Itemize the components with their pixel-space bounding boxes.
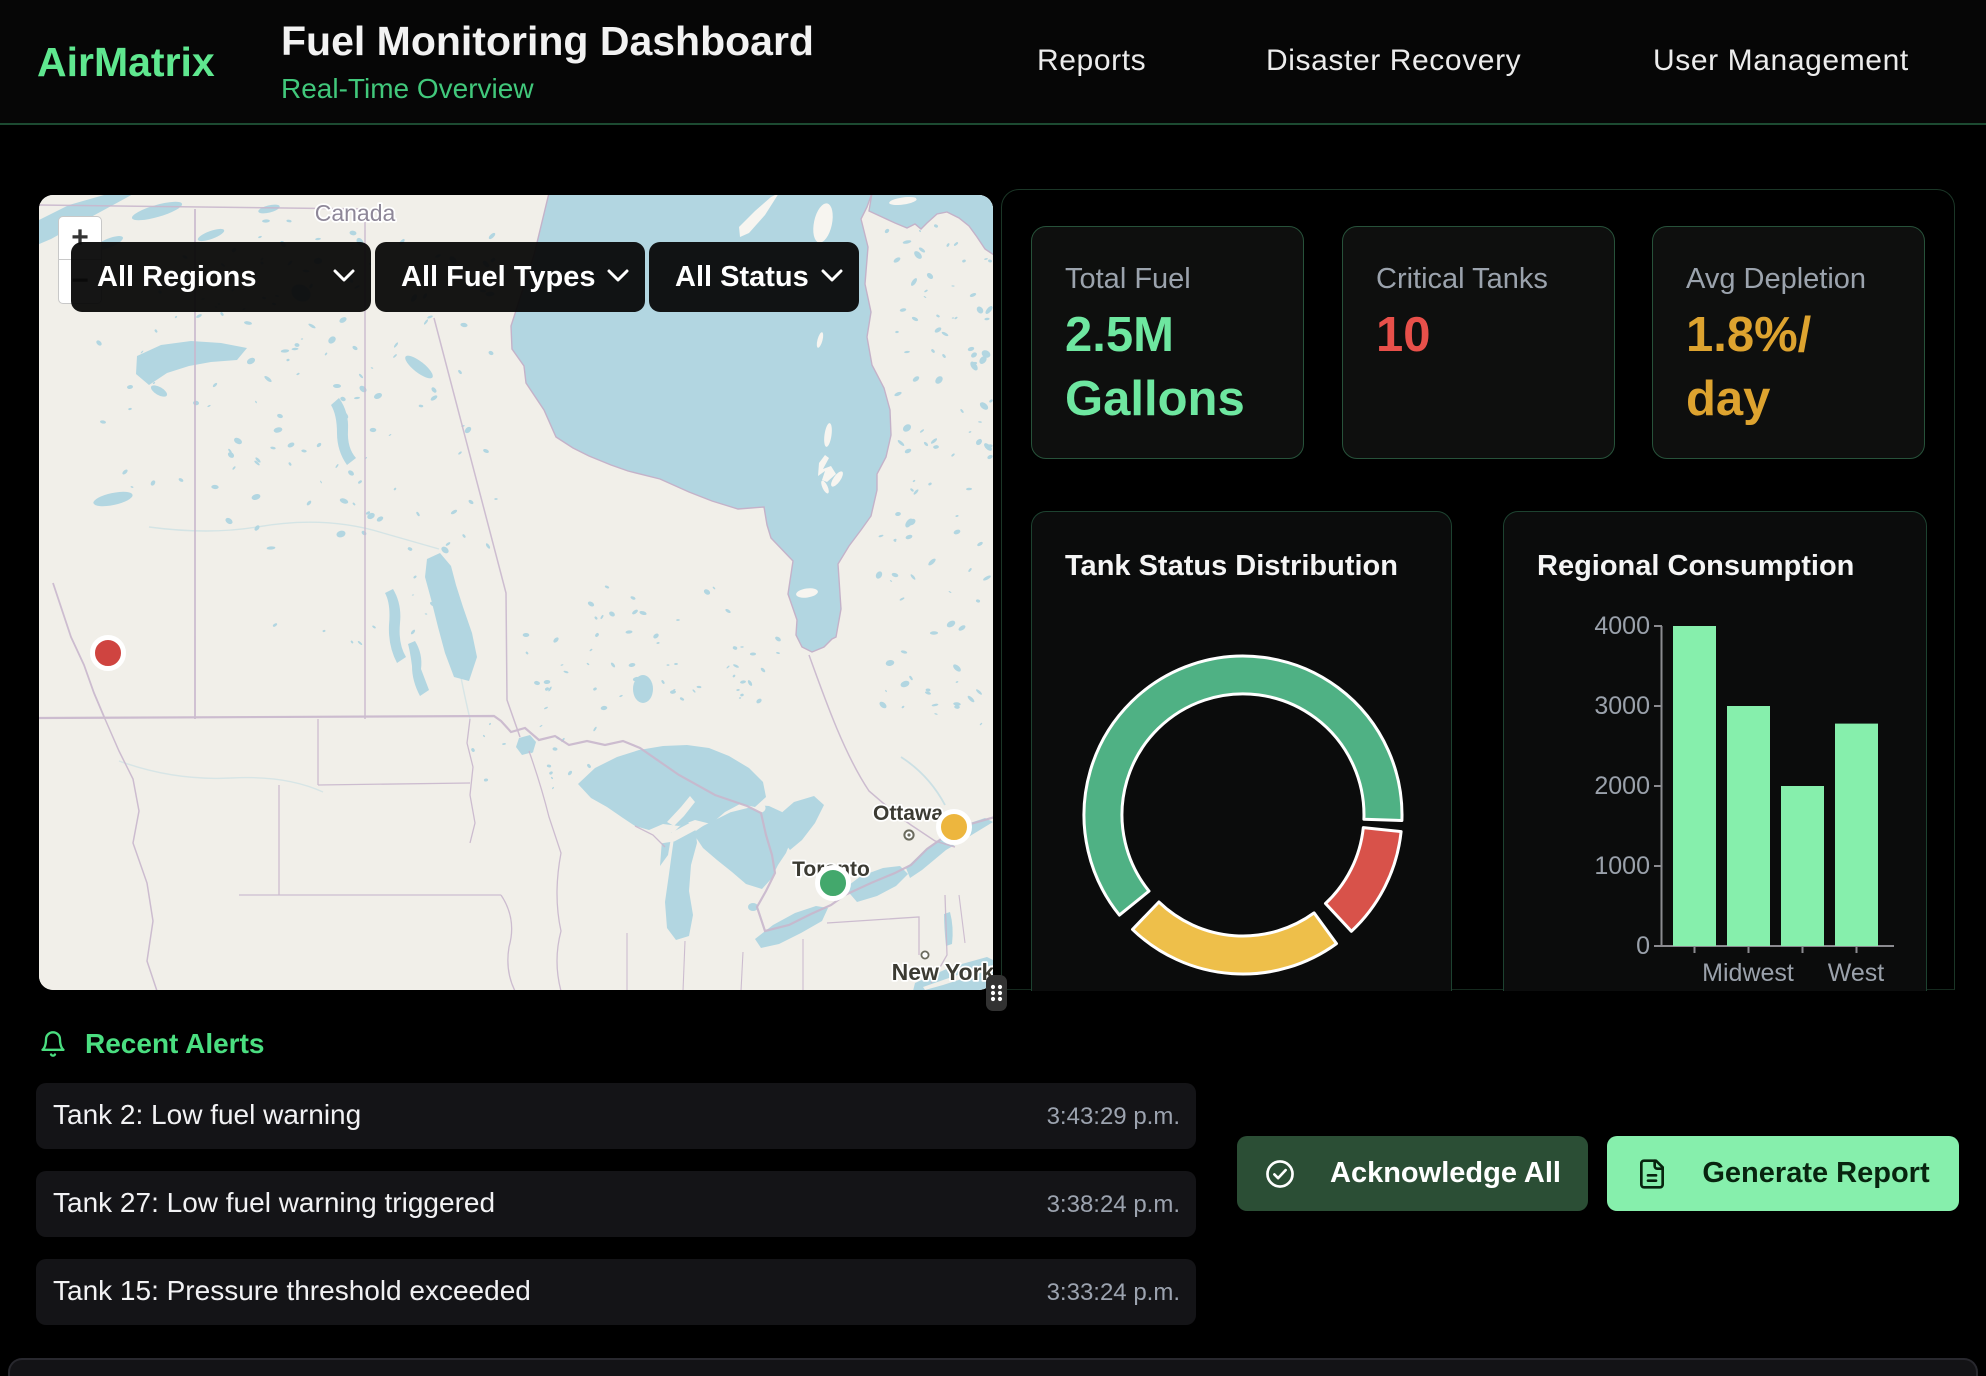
svg-text:Midwest: Midwest bbox=[1702, 959, 1794, 987]
svg-text:4000: 4000 bbox=[1594, 612, 1650, 640]
svg-text:Ottawa: Ottawa bbox=[873, 802, 943, 825]
svg-text:3000: 3000 bbox=[1594, 692, 1650, 720]
svg-text:2000: 2000 bbox=[1594, 772, 1650, 800]
svg-text:New York: New York bbox=[892, 959, 993, 985]
svg-text:Canada: Canada bbox=[315, 200, 396, 226]
svg-text:West: West bbox=[1828, 959, 1885, 987]
svg-text:0: 0 bbox=[1636, 932, 1650, 960]
svg-text:1000: 1000 bbox=[1594, 852, 1650, 880]
